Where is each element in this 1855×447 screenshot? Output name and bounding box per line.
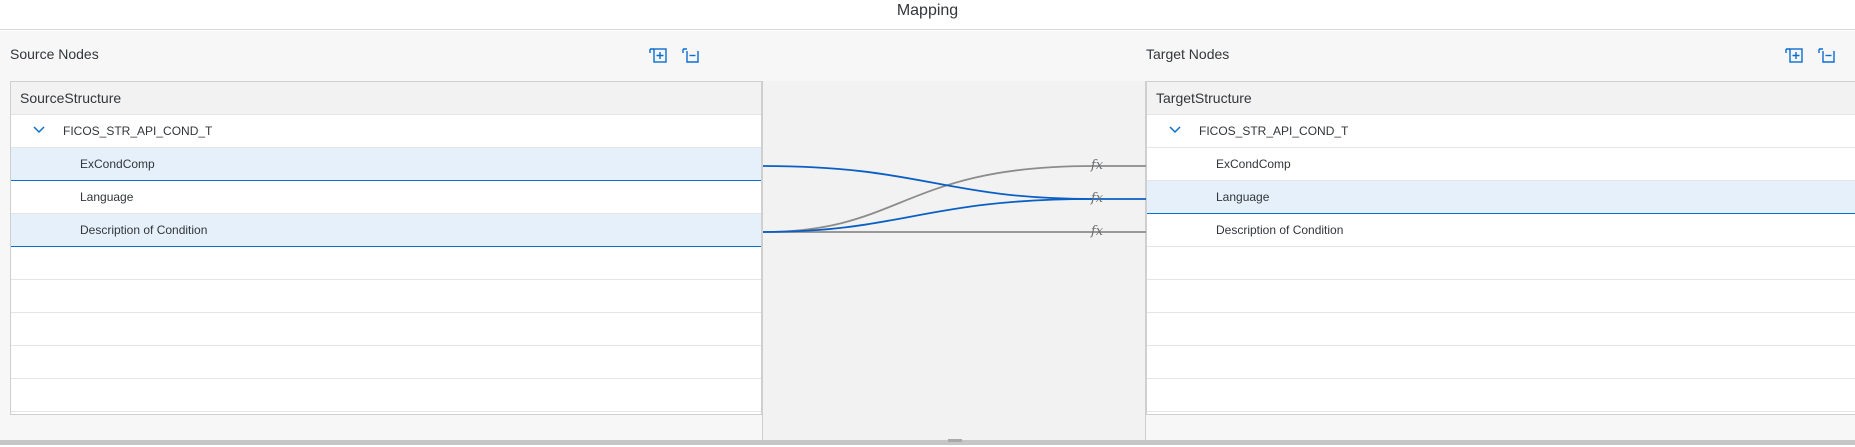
source-node-label: Description of Condition [80,223,208,237]
target-tree-root-row[interactable]: FICOS_STR_API_COND_T [1147,115,1855,148]
mapping-line-description-to-language [763,198,1094,233]
target-row-language[interactable]: Language [1147,181,1855,214]
target-node-label: Language [1216,190,1270,204]
empty-row [1147,247,1855,280]
target-root-label: FICOS_STR_API_COND_T [1199,124,1349,138]
source-tree-root-row[interactable]: FICOS_STR_API_COND_T [11,115,761,148]
expand-all-icon [1785,48,1803,63]
target-collapse-all-button[interactable] [1815,44,1837,66]
target-tree: TargetStructure FICOS_STR_API_COND_T ExC… [1146,81,1855,415]
target-tree-title: TargetStructure [1147,82,1855,115]
page-title: Mapping [896,2,959,19]
target-node-label: ExCondComp [1216,157,1291,171]
empty-row [11,379,761,412]
target-row-description[interactable]: Description of Condition [1147,214,1855,247]
source-expand-all-button[interactable] [647,44,669,66]
chevron-down-icon[interactable] [1167,115,1183,147]
fx-icon[interactable]: fx [1088,224,1106,240]
resize-grip[interactable] [948,439,962,442]
source-tree: SourceStructure FICOS_STR_API_COND_T ExC… [10,81,762,415]
target-node-label: Description of Condition [1216,223,1344,237]
source-node-label: ExCondComp [80,157,155,171]
mapping-connections-area: fx fx fx [762,81,1147,441]
empty-row [11,346,761,379]
empty-row [1147,313,1855,346]
fx-icon[interactable]: fx [1088,158,1106,174]
target-nodes-header: Target Nodes [1146,46,1230,62]
expand-all-icon [649,48,667,63]
chevron-down-icon[interactable] [31,115,47,147]
source-tree-title: SourceStructure [11,82,761,115]
panel-bottom-border [0,440,1855,445]
fx-icon[interactable]: fx [1088,191,1106,207]
source-root-label: FICOS_STR_API_COND_T [63,124,213,138]
empty-row [1147,280,1855,313]
source-collapse-all-button[interactable] [679,44,701,66]
source-row-description[interactable]: Description of Condition [11,214,761,247]
empty-row [11,280,761,313]
source-row-language[interactable]: Language [11,181,761,214]
mapping-lines [763,165,1147,233]
mapping-titlebar: Mapping [0,0,1855,30]
target-row-excondcomp[interactable]: ExCondComp [1147,148,1855,181]
empty-row [1147,379,1855,412]
empty-row [1147,346,1855,379]
collapse-all-icon [682,48,699,63]
collapse-all-icon [1818,48,1835,63]
source-node-label: Language [80,190,134,204]
source-row-excondcomp[interactable]: ExCondComp [11,148,761,181]
empty-row [11,313,761,346]
target-expand-all-button[interactable] [1783,44,1805,66]
source-nodes-header: Source Nodes [10,46,99,62]
empty-row [11,247,761,280]
